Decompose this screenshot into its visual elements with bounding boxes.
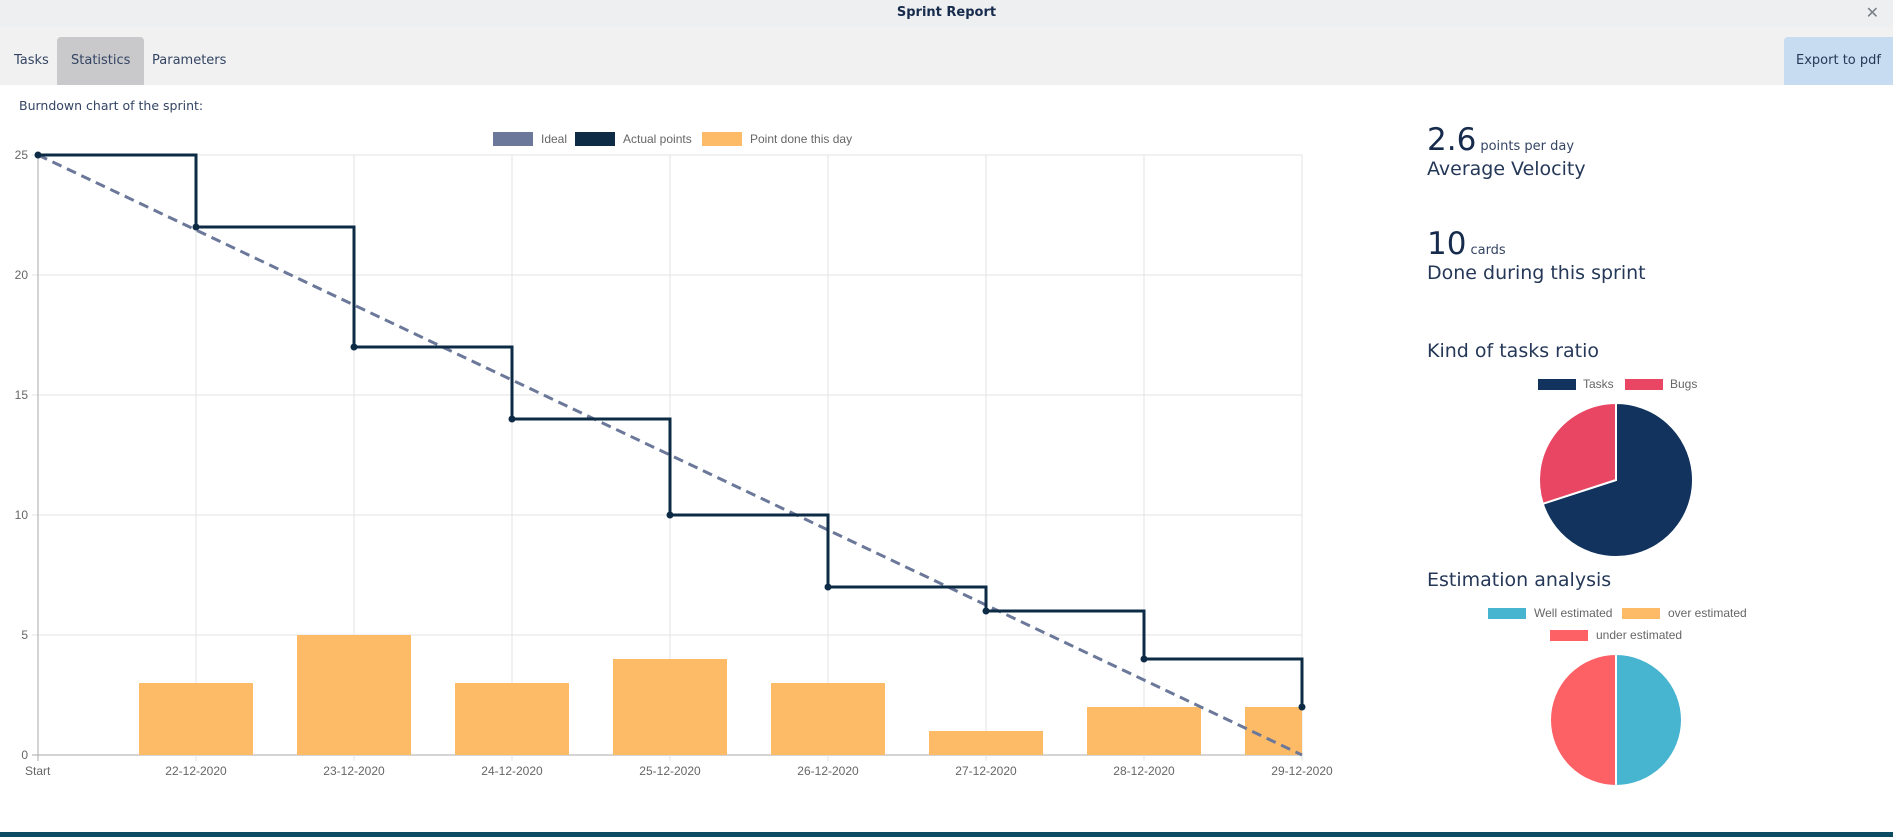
legend-swatch-actual — [575, 132, 615, 146]
actual-point — [824, 583, 832, 591]
tab-parameters[interactable]: Parameters — [138, 37, 240, 85]
tasks-ratio-title: Kind of tasks ratio — [1427, 340, 1599, 362]
actual-point — [1298, 703, 1306, 711]
cards-label: Done during this sprint — [1427, 262, 1646, 284]
tab-statistics[interactable]: Statistics — [57, 37, 145, 85]
legend-label-tasks: Tasks — [1583, 377, 1614, 391]
estimation-chart: Well estimated over estimated under estima… — [1488, 606, 1747, 788]
y-tick-label: 25 — [15, 148, 29, 162]
x-tick-label: 24-12-2020 — [481, 764, 543, 778]
actual-point — [982, 607, 990, 615]
legend-label-ideal: Ideal — [541, 132, 567, 146]
bar-point-done — [929, 731, 1043, 755]
cards-value: 10 — [1427, 226, 1467, 262]
bar-point-done — [297, 635, 411, 755]
bar-point-done — [455, 683, 569, 755]
export-pdf-button[interactable]: Export to pdf — [1784, 37, 1893, 85]
legend-label-bars: Point done this day — [750, 132, 852, 146]
burndown-chart: 0 5 10 15 20 25 Start 22-12-2020 23-12-2020 24-12… — [15, 132, 1333, 778]
y-tick-label: 0 — [21, 748, 28, 762]
tab-tasks[interactable]: Tasks — [0, 37, 63, 85]
x-tick-label: 25-12-2020 — [639, 764, 701, 778]
velocity-unit: points per day — [1480, 139, 1575, 154]
bar-point-done — [1087, 707, 1201, 755]
estimation-slice — [1549, 652, 1617, 788]
y-tick-label: 20 — [15, 268, 29, 282]
actual-point — [350, 343, 358, 351]
x-tick-label: 26-12-2020 — [797, 764, 859, 778]
x-tick-label: 23-12-2020 — [323, 764, 385, 778]
legend-swatch-tasks — [1538, 379, 1576, 390]
cards-stat: 10 cards Done during this sprint — [1427, 226, 1646, 284]
actual-point — [1140, 655, 1148, 663]
velocity-stat: 2.6 points per day Average Velocity — [1427, 122, 1586, 180]
x-tick-label: 27-12-2020 — [955, 764, 1017, 778]
x-tick-label: 28-12-2020 — [1113, 764, 1175, 778]
legend-swatch-well-estimated — [1488, 608, 1526, 619]
y-tick-label: 10 — [15, 508, 29, 522]
legend-label-actual: Actual points — [623, 132, 692, 146]
legend-swatch-bars — [702, 132, 742, 146]
estimation-title: Estimation analysis — [1427, 569, 1612, 591]
actual-point — [508, 415, 516, 423]
estimation-slice — [1615, 652, 1683, 788]
legend-swatch-ideal — [493, 132, 533, 146]
y-tick-label: 15 — [15, 388, 29, 402]
bar-point-done — [139, 683, 253, 755]
legend-label-over-estimated: over estimated — [1668, 606, 1747, 620]
bar-point-done — [613, 659, 727, 755]
velocity-label: Average Velocity — [1427, 158, 1586, 180]
legend-swatch-bugs — [1625, 379, 1663, 390]
burndown-caption: Burndown chart of the sprint: — [19, 98, 204, 113]
legend-swatch-over-estimated — [1622, 608, 1660, 619]
x-tick-label: Start — [25, 764, 51, 778]
bar-point-done — [771, 683, 885, 755]
x-tick-label: 29-12-2020 — [1271, 764, 1333, 778]
tab-bar: Tasks Statistics Parameters Export to pd… — [0, 27, 1893, 85]
cards-unit: cards — [1470, 243, 1506, 258]
actual-point — [34, 151, 42, 159]
title-bar: Sprint Report ✕ — [0, 0, 1893, 27]
actual-point — [666, 511, 674, 519]
legend-label-under-estimated: under estimated — [1596, 628, 1682, 642]
bottom-bar — [0, 832, 1893, 837]
tasks-ratio-chart: Tasks Bugs — [1538, 377, 1697, 558]
velocity-value: 2.6 — [1427, 122, 1477, 158]
actual-point — [192, 223, 200, 231]
close-icon[interactable]: ✕ — [1866, 3, 1879, 22]
window-title: Sprint Report — [896, 5, 997, 20]
y-tick-label: 5 — [21, 628, 28, 642]
legend-swatch-under-estimated — [1550, 630, 1588, 641]
legend-label-well-estimated: Well estimated — [1534, 606, 1612, 620]
legend-label-bugs: Bugs — [1670, 377, 1697, 391]
x-tick-label: 22-12-2020 — [165, 764, 227, 778]
